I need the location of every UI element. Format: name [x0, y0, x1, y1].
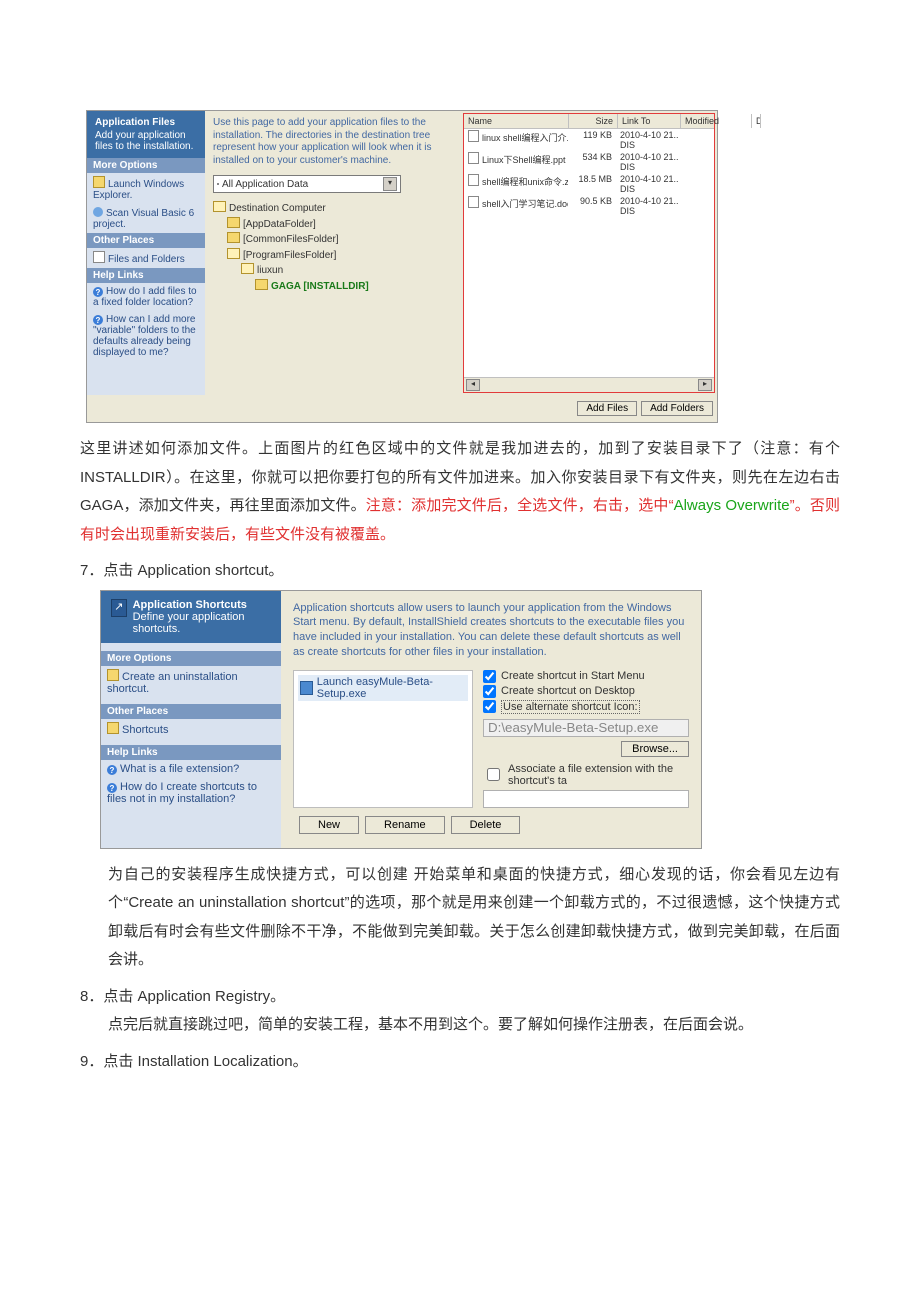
page-icon — [93, 251, 105, 263]
shortcut-icon: ↗ — [111, 599, 127, 617]
create-uninstall-shortcut-link[interactable]: Create an uninstallation shortcut. — [101, 666, 281, 698]
icon-path-input — [483, 719, 689, 737]
data-filter-combo[interactable]: All Application Data ▾ — [213, 175, 401, 193]
help-link-1[interactable]: ?How do I add files to a fixed folder lo… — [87, 283, 205, 311]
help-links-header: Help Links — [87, 268, 205, 283]
folder-icon — [213, 201, 226, 212]
file-row[interactable]: shell入门学习笔记.doc90.5 KB2010-4-10 21...DIS — [464, 195, 714, 217]
folder-icon — [241, 263, 254, 274]
file-list-panel: Name Size Link To Modified Dest linux sh… — [463, 113, 715, 393]
tree-node[interactable]: GAGA [INSTALLDIR] — [213, 279, 455, 295]
file-icon — [468, 152, 479, 164]
folder-icon — [107, 722, 119, 734]
file-icon — [468, 196, 479, 208]
delete-button[interactable]: Delete — [451, 816, 521, 834]
add-folders-button[interactable]: Add Folders — [641, 401, 713, 416]
file-row[interactable]: Linux下Shell编程.ppt534 KB2010-4-10 21...DI… — [464, 151, 714, 173]
col-dest[interactable]: Dest — [752, 114, 761, 128]
file-icon — [468, 174, 479, 186]
file-row[interactable]: shell编程和unix命令.zip18.5 MB2010-4-10 21...… — [464, 173, 714, 195]
bottom-buttons: New Rename Delete — [293, 808, 689, 842]
scroll-right-icon[interactable]: ▸ — [698, 379, 712, 391]
tree-node[interactable]: [AppDataFolder] — [213, 217, 455, 233]
main-panel: Application shortcuts allow users to lau… — [281, 591, 701, 848]
col-link[interactable]: Link To — [618, 114, 681, 128]
step-8: 8．点击 Application Registry。 — [80, 983, 840, 1012]
step-9: 9．点击 Installation Localization。 — [80, 1048, 840, 1077]
horizontal-scrollbar[interactable]: ◂ ▸ — [464, 377, 714, 392]
file-icon — [468, 130, 479, 142]
col-modified[interactable]: Modified — [681, 114, 752, 128]
shortcut-small-icon — [107, 669, 119, 681]
shortcut-list[interactable]: Launch easyMule-Beta-Setup.exe — [293, 670, 473, 808]
sidebar-header: ↗ Application Shortcuts Define your appl… — [101, 591, 281, 643]
add-files-button[interactable]: Add Files — [577, 401, 637, 416]
folder-icon — [93, 176, 105, 188]
chk-start-menu[interactable]: Create shortcut in Start Menu — [483, 670, 689, 683]
help-icon: ? — [93, 287, 103, 297]
help-links-header: Help Links — [101, 745, 281, 760]
chk-associate-ext[interactable]: Associate a file extension with the shor… — [483, 763, 689, 787]
scan-vb6-link[interactable]: Scan Visual Basic 6 project. — [87, 204, 205, 233]
help-icon: ? — [107, 765, 117, 775]
folder-icon — [255, 279, 268, 290]
help-link-1[interactable]: ?What is a file extension? — [101, 760, 281, 778]
step-7: 7．点击 Application shortcut。 — [80, 557, 840, 586]
paragraph-3: 点完后就直接跳过吧，简单的安装工程，基本不用到这个。要了解如何操作注册表，在后面… — [108, 1011, 840, 1040]
chk-alt-icon[interactable]: Use alternate shortcut Icon: — [483, 700, 689, 714]
other-places-header: Other Places — [87, 233, 205, 248]
help-link-2[interactable]: ?How can I add more "variable" folders t… — [87, 311, 205, 361]
app-files-screenshot: Application Files Add your application f… — [86, 110, 718, 423]
rename-button[interactable]: Rename — [365, 816, 445, 834]
tree-node[interactable]: Destination Computer — [213, 201, 455, 217]
extension-input[interactable] — [483, 790, 689, 808]
browse-button[interactable]: Browse... — [621, 741, 689, 757]
col-size[interactable]: Size — [569, 114, 618, 128]
launch-explorer-link[interactable]: Launch Windows Explorer. — [87, 173, 205, 204]
hint-text: Application shortcuts allow users to lau… — [293, 601, 689, 660]
folder-icon — [227, 248, 240, 259]
sidebar-header: Application Files Add your application f… — [87, 111, 205, 158]
paragraph-1: 这里讲述如何添加文件。上面图片的红色区域中的文件就是我加进去的，加到了安装目录下… — [80, 435, 840, 549]
tree-node[interactable]: [ProgramFilesFolder] — [213, 248, 455, 264]
more-options-header: More Options — [87, 158, 205, 173]
shortcuts-link[interactable]: Shortcuts — [101, 719, 281, 739]
folder-icon — [227, 232, 240, 243]
sidebar: Application Files Add your application f… — [87, 111, 205, 395]
hint-text: Use this page to add your application fi… — [213, 117, 455, 167]
app-shortcuts-screenshot: ↗ Application Shortcuts Define your appl… — [100, 590, 702, 849]
folder-icon — [227, 217, 240, 228]
file-row[interactable]: linux shell编程入门介...119 KB2010-4-10 21...… — [464, 129, 714, 151]
exe-icon — [300, 681, 313, 695]
globe-icon — [93, 207, 103, 217]
paragraph-2: 为自己的安装程序生成快捷方式，可以创建 开始菜单和桌面的快捷方式，细心发现的话，… — [108, 861, 840, 975]
files-folders-link[interactable]: Files and Folders — [87, 248, 205, 268]
destination-tree[interactable]: Destination Computer[AppDataFolder][Comm… — [213, 201, 455, 294]
help-icon: ? — [93, 315, 103, 325]
sidebar-title: Application Shortcuts — [133, 599, 271, 611]
more-options-header: More Options — [101, 651, 281, 666]
chk-desktop[interactable]: Create shortcut on Desktop — [483, 685, 689, 698]
sidebar-title: Application Files — [95, 117, 197, 128]
other-places-header: Other Places — [101, 704, 281, 719]
chevron-down-icon[interactable]: ▾ — [383, 177, 397, 191]
help-icon: ? — [107, 783, 117, 793]
sidebar: ↗ Application Shortcuts Define your appl… — [101, 591, 281, 848]
combo-icon — [217, 183, 219, 185]
tree-node[interactable]: liuxun — [213, 263, 455, 279]
new-button[interactable]: New — [299, 816, 359, 834]
tree-node[interactable]: [CommonFilesFolder] — [213, 232, 455, 248]
shortcut-item[interactable]: Launch easyMule-Beta-Setup.exe — [298, 675, 468, 701]
main-panel: Use this page to add your application fi… — [205, 111, 463, 395]
bottom-buttons: Add Files Add Folders — [87, 395, 717, 422]
sidebar-subtitle: Add your application files to the instal… — [95, 130, 197, 152]
shortcut-properties: Create shortcut in Start Menu Create sho… — [473, 670, 689, 808]
file-table-header: Name Size Link To Modified Dest — [464, 114, 714, 129]
col-name[interactable]: Name — [464, 114, 569, 128]
scroll-left-icon[interactable]: ◂ — [466, 379, 480, 391]
help-link-2[interactable]: ?How do I create shortcuts to files not … — [101, 778, 281, 808]
sidebar-subtitle: Define your application shortcuts. — [133, 611, 271, 635]
file-table-body: linux shell编程入门介...119 KB2010-4-10 21...… — [464, 129, 714, 217]
